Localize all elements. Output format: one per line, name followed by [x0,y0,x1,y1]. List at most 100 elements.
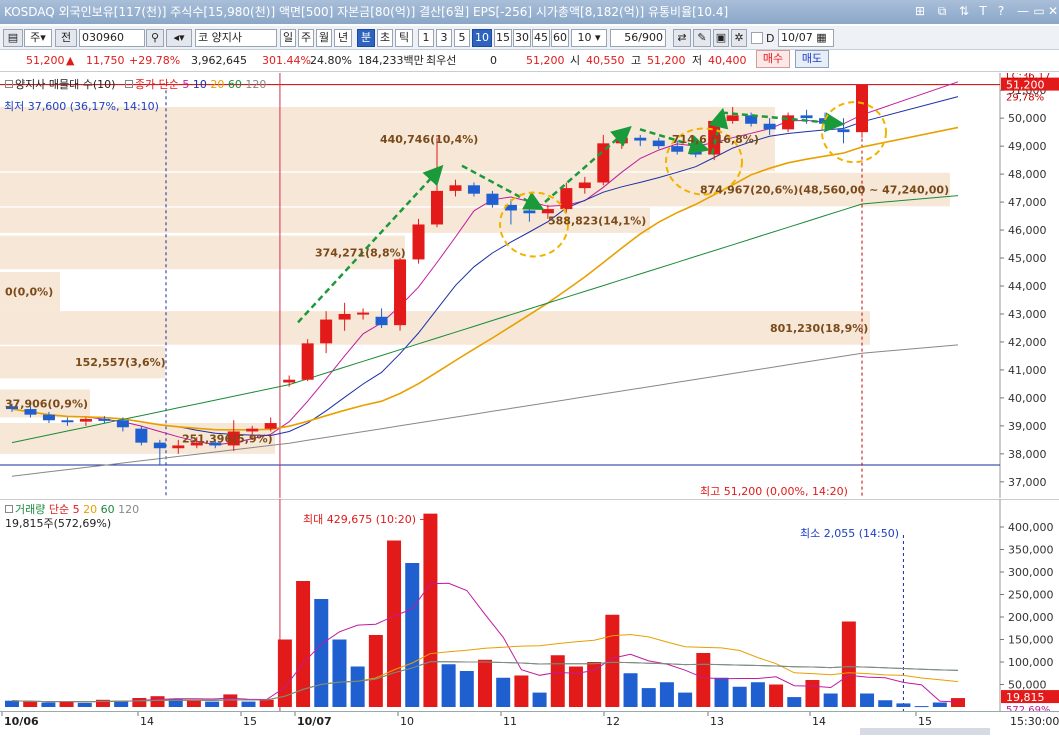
draw-icon[interactable]: ✎ [693,29,711,47]
zoom-icon[interactable]: ⇄ [673,29,691,47]
time-axis-svg: 10/06 14 15 10/07 10 11 12 13 14 15 15:30:00 [1,712,1059,735]
priority-price: 51,200 [526,54,565,67]
volume-profile-label: 714,6 (16,8%) [672,133,759,146]
save-icon[interactable]: ▣ [713,29,729,47]
interval-60[interactable]: 60 [551,29,569,47]
legend-checkbox-icon[interactable] [5,505,13,513]
low-label: 저 [692,54,703,67]
volume-current: 19,815주(572,69%) [5,517,112,530]
volume-bar [696,653,711,707]
tab-day[interactable]: 일 [280,29,296,47]
high-note: 최고 51,200 (0,00%, 14:20) [700,485,848,498]
candle-body [467,185,480,194]
candle-body [726,115,739,121]
window-title: KOSDAQ 외국인보유[117(천)] 주식수[15,980(천)] 액면[5… [4,5,729,19]
interval-10[interactable]: 10 [472,29,492,47]
volume-tick-label: 300,000 [1008,566,1054,579]
minimize-icon[interactable]: — [1015,3,1031,19]
volume-bar [387,540,402,707]
volume-tick-label: 350,000 [1008,544,1054,557]
date-checkbox[interactable] [751,32,763,44]
title-bar: KOSDAQ 외국인보유[117(천)] 주식수[15,980(천)] 액면[5… [0,0,1059,24]
sound-icon[interactable]: ◂▾ [166,29,192,47]
sell-button[interactable]: 매도 [795,50,829,68]
menu-icon[interactable]: ▤ [3,29,23,47]
volume-profile-band [0,311,870,345]
time-axis-label: 15:30:00 [1010,715,1059,728]
view-count-input[interactable]: 56/900 [610,29,666,47]
volume-bar [514,675,529,707]
volume-bar [678,692,693,707]
help-icon[interactable]: ? [993,3,1009,19]
tab-minute[interactable]: 분 [357,29,375,47]
volume-tick-label: 100,000 [1008,656,1054,669]
time-axis-label: 10/07 [297,715,332,728]
quote-bar: 51,200 ▲ 11,750 +29.78% 3,962,645 301.44… [0,50,1059,72]
legend-mf: 양지사 매물대 수(10) [15,78,116,91]
close-icon[interactable]: ✕ [1045,3,1059,19]
candle-body [246,428,259,432]
volume-profile-label: 874,967(20,6%)(48,560,00 ~ 47,240,00) [700,183,949,196]
volume-bar [896,703,911,707]
turnover: 24.80% [310,54,352,67]
candle-body [837,129,850,133]
open-label: 시 [570,54,581,67]
candle-body [486,193,499,205]
price-chart-svg[interactable]: 51,00050,00049,00048,00047,00046,00045,0… [0,71,1059,498]
candle-body [412,224,425,260]
volume-profile-label: 374,271(8,8%) [315,246,406,259]
tab-tick[interactable]: 틱 [395,29,413,47]
low-note: 최저 37,600 (36,17%, 14:10) [4,100,159,113]
time-axis-label: 12 [606,715,620,728]
interval-1[interactable]: 1 [418,29,434,47]
volume-bar [350,666,365,707]
code-input[interactable]: 030960 [79,29,145,47]
tab-week[interactable]: 주 [298,29,314,47]
grid-icon[interactable]: ⊞ [912,3,928,19]
time-axis-label: 15 [918,715,932,728]
candle-body [689,151,702,155]
tile-icon[interactable]: ⧉ [934,3,950,19]
volume-bar [150,696,165,707]
volume-chart-pane[interactable]: 400,000 350,000 300,000 250,000 200,000 150,0… [0,498,1059,716]
interval-30[interactable]: 30 [513,29,531,47]
count-select[interactable]: 10 ▾ [571,29,607,47]
tab-month[interactable]: 월 [316,29,332,47]
volume-profile-label: 588,823(14,1%) [548,214,646,227]
candle-body [79,418,92,422]
interval-5[interactable]: 5 [454,29,470,47]
interval-45[interactable]: 45 [532,29,550,47]
lc-label: LC:36,17 [1006,73,1051,82]
up-arrow-icon: ▲ [66,54,75,67]
period-select[interactable]: 주▾ [24,29,52,47]
time-axis-label: 11 [503,715,517,728]
stock-name-select[interactable]: 코 양지사 [195,29,277,47]
date-input[interactable]: 10/07 ▦ [778,29,834,47]
interval-3[interactable]: 3 [436,29,452,47]
price-tick-label: 38,000 [1008,448,1047,461]
volume-profile-label: 801,230(18,9%) [770,322,868,335]
font-icon[interactable]: T [975,3,991,19]
volume-tick-label: 250,000 [1008,589,1054,602]
volume-bar [805,680,820,707]
settings-icon[interactable]: ✲ [731,29,747,47]
search-icon[interactable]: ⚲ [146,29,164,47]
candle-body [283,379,296,383]
volume-bar [132,698,147,707]
sort-icon[interactable]: ⇅ [956,3,972,19]
volume-bar [259,699,274,707]
legend-checkbox-icon[interactable] [124,80,133,88]
interval-15[interactable]: 15 [494,29,512,47]
time-axis-label: 10/06 [4,715,39,728]
volume-bar [623,673,638,707]
volume-tick-label: 200,000 [1008,611,1054,624]
tab-second[interactable]: 초 [377,29,393,47]
buy-button[interactable]: 매수 [756,50,790,68]
volume-chart-svg[interactable]: 400,000 350,000 300,000 250,000 200,000 150,0… [0,498,1059,716]
ma-line-extension-5 [861,81,959,116]
volume-bar [951,698,965,707]
prev-button[interactable]: 전 [55,29,77,47]
legend-checkbox-icon[interactable] [5,80,13,88]
price-chart-pane[interactable]: 51,000 50,000 49,000 48,000 47,000 46,000 45,0… [0,71,1059,498]
tab-year[interactable]: 년 [334,29,352,47]
